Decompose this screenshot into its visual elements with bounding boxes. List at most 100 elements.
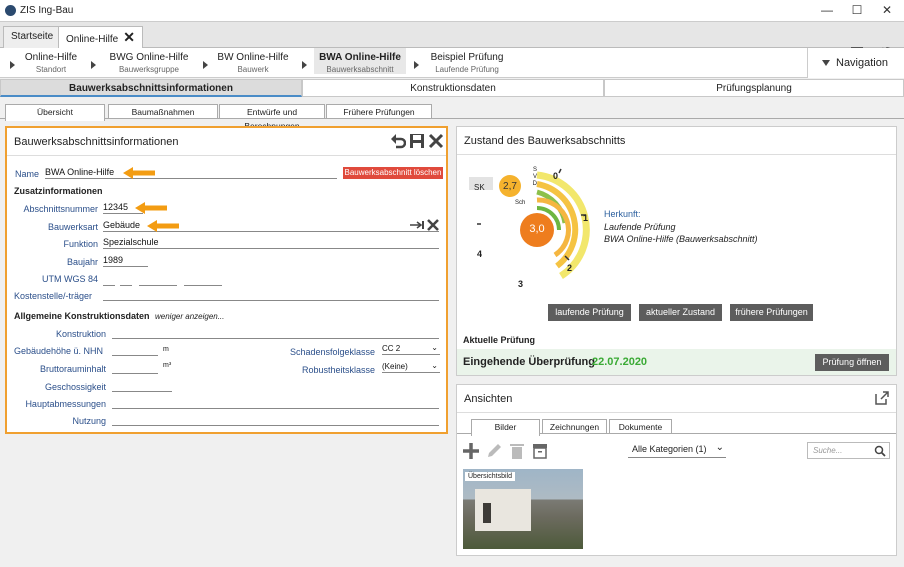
baujahr-field[interactable]: 1989 (103, 255, 148, 267)
zustand-panel: Zustand des Bauwerksabschnitts SK 2,7 3,… (456, 126, 897, 376)
orange-arrow-icon (135, 202, 167, 214)
bauwerksart-label: Bauwerksart (47, 222, 98, 232)
edit-icon[interactable] (485, 442, 503, 460)
search-placeholder: Suche... (813, 446, 843, 455)
ring-label-s: S (532, 167, 537, 173)
breadcrumb-arrow-icon (10, 61, 15, 69)
ring-labels: S V D (527, 167, 537, 188)
chevron-down-icon: ⌄ (431, 361, 438, 370)
section-tab-konstruktion[interactable]: Konstruktionsdaten (302, 79, 604, 97)
brutto-field[interactable] (112, 362, 158, 374)
name-value: BWA Online-Hilfe (45, 167, 115, 177)
breadcrumb: Online-Hilfe Standort BWG Online-Hilfe Bau… (0, 48, 904, 78)
funktion-value: Spezialschule (103, 237, 159, 247)
tab-online-hilfe[interactable]: Online-Hilfe ✕ (58, 26, 143, 49)
close-icon[interactable] (428, 133, 444, 149)
aktueller-zustand-button[interactable]: aktueller Zustand (639, 304, 722, 321)
name-field[interactable]: BWA Online-Hilfe (45, 167, 337, 179)
herkunft-line2: BWA Online-Hilfe (Bauwerksabschnitt) (604, 234, 758, 244)
orange-arrow-icon (123, 167, 155, 179)
kosten-field[interactable] (103, 289, 439, 301)
crumb-sub: Standort (35, 65, 67, 74)
pruefung-oeffnen-button[interactable]: Prüfung öffnen (815, 354, 889, 371)
center-value: 3,0 (529, 223, 545, 235)
search-icon[interactable] (874, 445, 886, 457)
name-label: Name (15, 169, 40, 179)
close-tab-icon[interactable]: ✕ (123, 29, 135, 45)
breadcrumb-standort[interactable]: Online-Hilfe Standort (20, 52, 82, 74)
undo-icon[interactable] (390, 133, 406, 149)
funktion-field[interactable]: Spezialschule (103, 237, 439, 249)
crumb-sub: Laufende Prüfung (435, 65, 499, 74)
search-input[interactable]: Suche... (807, 442, 890, 459)
navigation-label: Navigation (836, 57, 888, 69)
crumb-title: BW Online-Hilfe (217, 52, 289, 63)
hoehe-field[interactable] (112, 344, 158, 356)
link-arrow-icon[interactable] (410, 219, 424, 231)
subtab-label: Frühere Prüfungen (343, 107, 415, 117)
robust-select[interactable]: (Keine) ⌄ (382, 361, 440, 373)
breadcrumb-arrow-icon (414, 61, 419, 69)
section-tab-planung[interactable]: Prüfungsplanung (604, 79, 904, 97)
pruefung-date: 22.07.2020 (592, 356, 648, 368)
crumb-sub: Bauwerk (237, 65, 269, 74)
crumb-title: BWG Online-Hilfe (109, 52, 189, 63)
utm-field-1[interactable] (103, 274, 115, 286)
chevron-down-icon: ⌄ (715, 442, 724, 453)
utm-field-4[interactable] (184, 274, 222, 286)
section-label: Bauwerksabschnittsinformationen (69, 83, 233, 94)
subtab-uebersicht[interactable]: Übersicht (5, 104, 105, 121)
breadcrumb-pruefung[interactable]: Beispiel Prüfung Laufende Prüfung (426, 52, 508, 74)
clear-icon[interactable] (427, 219, 439, 231)
external-link-icon[interactable] (874, 390, 890, 406)
robust-label: Robustheitsklasse (301, 365, 375, 375)
robust-value: (Keine) (382, 362, 408, 371)
archive-icon[interactable] (531, 442, 549, 460)
geschoss-field[interactable] (112, 380, 172, 392)
ring-label-d: D (532, 181, 537, 187)
close-window-icon[interactable]: ✕ (872, 0, 902, 22)
sk-label: SK (474, 183, 485, 192)
schaden-select[interactable]: CC 2 ⌄ (382, 343, 440, 355)
konstruktion-field[interactable] (112, 327, 439, 339)
add-icon[interactable] (462, 442, 480, 460)
breadcrumb-bauwerksabschnitt[interactable]: BWA Online-Hilfe Bauwerksabschnitt (314, 48, 406, 74)
subtab-baumassnahmen[interactable]: Baumaßnahmen (108, 104, 218, 119)
tab-startseite[interactable]: Startseite (3, 26, 62, 48)
scale-2: 2 (567, 263, 573, 273)
tab-dokumente[interactable]: Dokumente (609, 419, 672, 434)
section-tab-info[interactable]: Bauwerksabschnittsinformationen (0, 79, 302, 97)
tab-label: Online-Hilfe (66, 34, 119, 45)
herkunft-line1: Laufende Prüfung (604, 222, 676, 232)
breadcrumb-arrow-icon (203, 61, 208, 69)
subtab-label: Übersicht (37, 107, 73, 117)
fruehere-pruefungen-button[interactable]: frühere Prüfungen (730, 304, 813, 321)
tab-zeichnungen[interactable]: Zeichnungen (542, 419, 607, 434)
herkunft-label: Herkunft: (604, 209, 641, 219)
delete-bauwerksabschnitt-button[interactable]: Bauwerksabschnitt löschen (343, 167, 443, 179)
subtab-fruehere[interactable]: Frühere Prüfungen (326, 104, 432, 119)
pruefung-bar: Eingehende Überprüfung 22.07.2020 Prüfun… (457, 349, 896, 375)
nutzung-field[interactable] (112, 414, 439, 426)
maximize-icon[interactable]: ☐ (842, 0, 872, 22)
schaden-value: CC 2 (382, 344, 401, 353)
breadcrumb-bauwerksgruppe[interactable]: BWG Online-Hilfe Bauwerksgruppe (105, 52, 193, 74)
subtab-label: Baumaßnahmen (131, 107, 195, 117)
kategorie-select[interactable]: Alle Kategorien (1) ⌄ (628, 442, 726, 458)
brutto-unit: m³ (163, 362, 172, 369)
save-icon[interactable] (409, 133, 425, 149)
haupt-field[interactable] (112, 397, 439, 409)
navigation-button[interactable]: Navigation (807, 48, 904, 78)
zusatz-heading: Zusatzinformationen (14, 186, 103, 196)
minimize-icon[interactable]: — (812, 0, 842, 22)
laufende-pruefung-button[interactable]: laufende Prüfung (548, 304, 631, 321)
uebersichtsbild-thumbnail[interactable]: Übersichtsbild (463, 469, 583, 549)
utm-field-3[interactable] (139, 274, 177, 286)
subtab-entwuerfe[interactable]: Entwürfe und Berechnungen (219, 104, 325, 131)
weniger-link[interactable]: weniger anzeigen... (155, 312, 224, 321)
tab-bilder[interactable]: Bilder (471, 419, 540, 436)
delete-icon[interactable] (508, 442, 526, 460)
breadcrumb-bauwerk[interactable]: BW Online-Hilfe Bauwerk (215, 52, 291, 74)
crumb-title: Beispiel Prüfung (430, 52, 504, 63)
utm-field-2[interactable] (120, 274, 132, 286)
